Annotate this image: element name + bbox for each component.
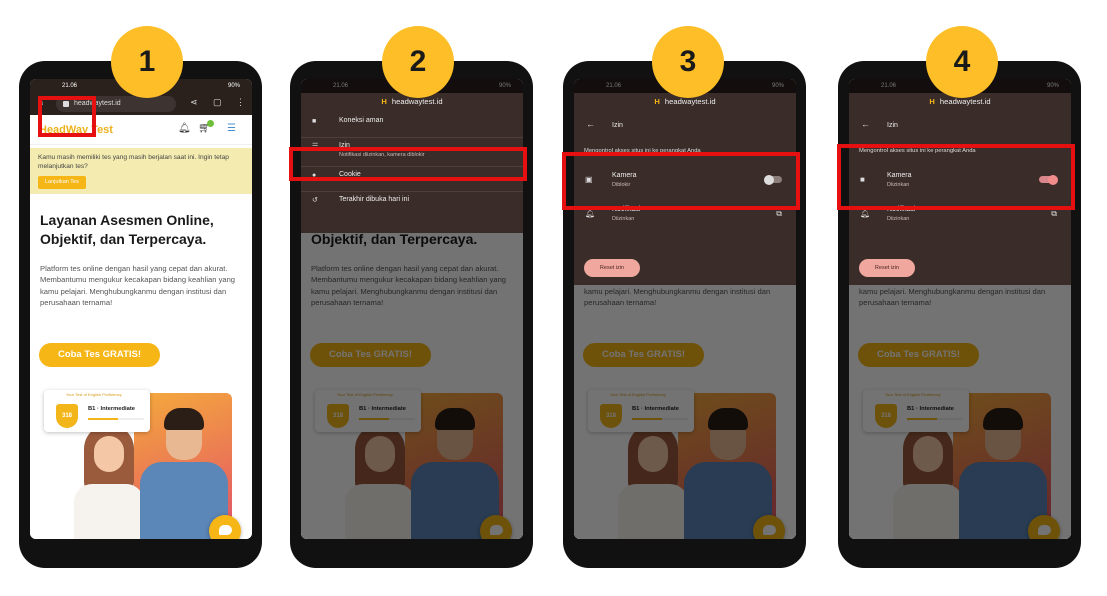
site-favicon: H [929,97,935,106]
lock-icon: ■ [312,118,317,125]
back-arrow-icon[interactable]: ← [861,119,870,129]
open-external-icon[interactable]: ⧉ [1051,209,1057,219]
back-arrow-icon[interactable]: ← [586,119,595,129]
reset-permissions-button[interactable]: Reset izin [859,259,915,277]
history-icon: ↺ [312,197,318,204]
open-external-icon[interactable]: ⧉ [776,209,782,219]
hero-image: Your Test of English Proficiency 318 B1 … [44,390,238,539]
resume-banner: Kamu masih memiliki tes yang masih berja… [30,148,252,194]
hero-paragraph: Platform tes online dengan hasil yang ce… [40,264,236,307]
woman-figure [74,420,144,539]
bell-icon: 🔔︎ [585,209,596,218]
website: HeadWay Test 🔔︎ 🛒︎ ☰ Kamu masih memiliki… [30,115,252,539]
highlight-camera-allowed [837,144,1075,210]
step-badge-4: 4 [926,26,998,98]
hero-headline: Layanan Asesmen Online, Objektif, dan Te… [40,212,214,247]
phone-3: 21.0690% HeadWay Test Layanan Asesmen On… [562,61,806,568]
step-badge-3: 3 [652,26,724,98]
highlight-camera [562,152,800,210]
level-bar [88,418,144,420]
chat-button[interactable] [209,515,241,539]
try-free-button[interactable]: Coba Tes GRATIS! [39,343,160,367]
share-icon[interactable]: ⋖ [190,97,198,108]
tabs-icon[interactable]: ▢ [213,97,222,108]
menu-secure-connection[interactable]: ■ Koneksi aman [301,113,523,136]
phone-2: 21.0690% HeadWay Test Layanan Asesmen On… [289,61,533,568]
phone-screen: 21.06 90% ⌂ headwaytest.id ⋖ ▢ ⋮ HeadWay … [30,79,252,539]
bell-icon: 🔔︎ [860,209,871,218]
permissions-title: Izin [612,122,623,129]
cart-count-dot [207,120,214,127]
menu-icon[interactable]: ☰ [227,123,236,134]
tutorial-stage: 1 2 3 4 21.06 90% ⌂ headwaytest.id ⋖ ▢ ⋮ … [0,0,1107,596]
score-shield: 318 [56,404,78,428]
score-card: Your Test of English Proficiency 318 B1 … [44,390,150,432]
more-icon[interactable]: ⋮ [236,97,245,108]
reset-permissions-button[interactable]: Reset izin [584,259,640,277]
phone-4: 21.0690% HeadWay Test Layanan Asesmen On… [837,61,1081,568]
highlight-permissions [289,147,527,181]
phone-screen: 21.0690% HeadWay Test Layanan Asesmen On… [574,79,796,539]
sheet-domain: Hheadwaytest.id [381,97,443,106]
site-favicon: H [381,97,387,106]
permissions-title: Izin [887,122,898,129]
site-favicon: H [654,97,660,106]
highlight-lock [38,96,96,137]
step-badge-2: 2 [382,26,454,98]
resume-test-button[interactable]: Lanjutkan Tes [38,176,86,189]
step-badge-1: 1 [111,26,183,98]
menu-last-visited[interactable]: ↺ Terakhir dibuka hari ini [301,192,523,215]
bell-icon[interactable]: 🔔︎ [178,123,191,134]
phone-1: 21.06 90% ⌂ headwaytest.id ⋖ ▢ ⋮ HeadWay … [19,61,262,568]
